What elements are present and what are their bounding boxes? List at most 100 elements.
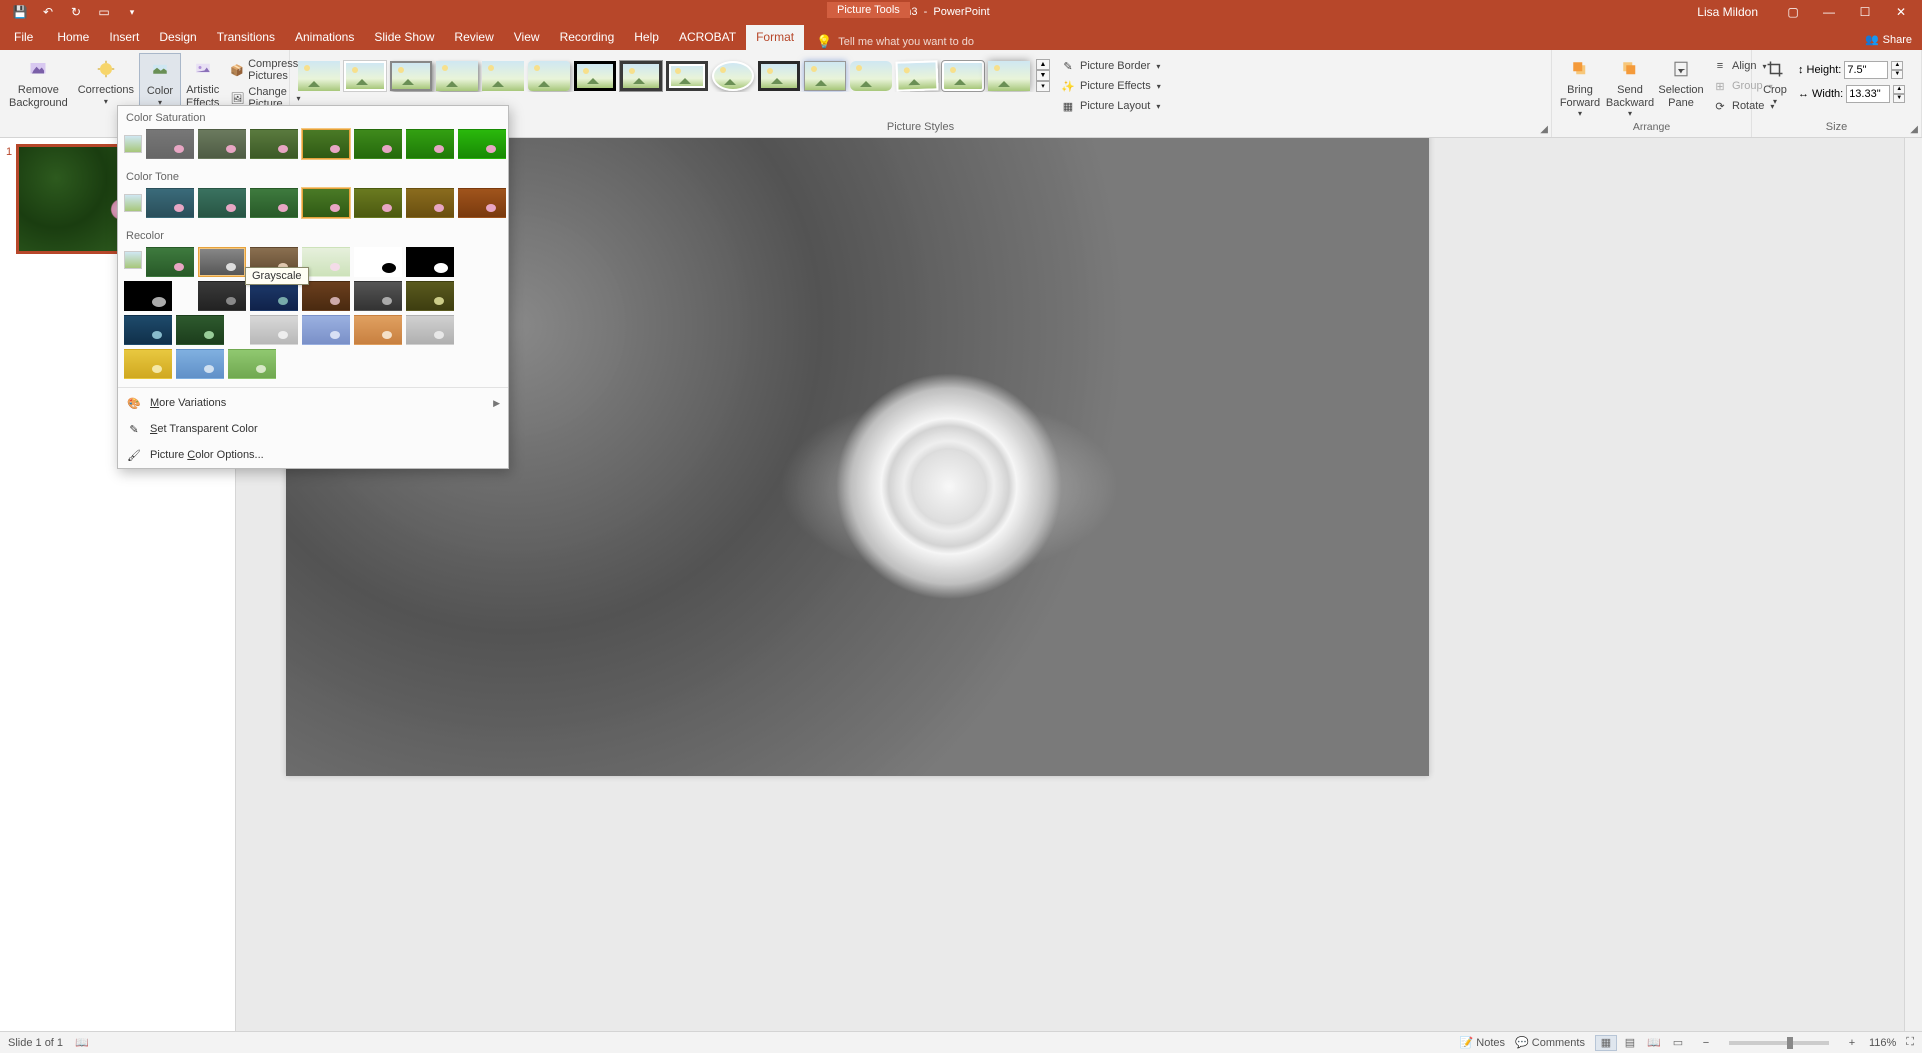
normal-view-icon[interactable]: ▦ [1595, 1035, 1617, 1051]
recolor-thumb[interactable] [406, 315, 454, 345]
send-backward-button[interactable]: Send Backward▾ [1604, 53, 1656, 118]
tone-thumb[interactable] [354, 188, 402, 218]
recolor-thumb[interactable] [198, 281, 246, 311]
notes-button[interactable]: 📝 Notes [1460, 1036, 1506, 1049]
recolor-thumb-bw-75[interactable] [124, 281, 172, 311]
picture-style-thumb[interactable] [758, 61, 800, 91]
comments-button[interactable]: 💬 Comments [1515, 1036, 1585, 1049]
gallery-down-icon[interactable]: ▼ [1036, 70, 1050, 81]
vertical-scrollbar[interactable] [1904, 138, 1922, 1031]
minimize-icon[interactable]: — [1818, 1, 1840, 23]
tab-home[interactable]: Home [47, 25, 99, 50]
picture-color-options-menu[interactable]: 🖌 Picture Color Options... [118, 442, 508, 468]
spell-check-icon[interactable]: 📖 [75, 1036, 89, 1049]
picture-style-thumb[interactable] [712, 61, 754, 91]
tab-file[interactable]: File [0, 25, 47, 50]
picture-style-thumb[interactable] [436, 61, 478, 91]
undo-icon[interactable]: ↶ [38, 2, 58, 22]
close-icon[interactable]: ✕ [1890, 1, 1912, 23]
picture-layout-button[interactable]: ▦Picture Layout▾ [1058, 97, 1163, 115]
zoom-slider[interactable] [1729, 1041, 1829, 1045]
tab-review[interactable]: Review [444, 25, 503, 50]
picture-style-thumb[interactable] [528, 61, 570, 91]
tone-thumb[interactable] [250, 188, 298, 218]
slide-show-view-icon[interactable]: ▭ [1667, 1035, 1689, 1051]
saturation-thumb[interactable] [302, 129, 350, 159]
recolor-thumb[interactable] [302, 315, 350, 345]
tone-thumb[interactable] [302, 188, 350, 218]
recolor-thumb[interactable] [354, 281, 402, 311]
qat-customize-icon[interactable]: ▾ [122, 2, 142, 22]
more-variations-menu[interactable]: 🎨 More Variations ▶ [118, 390, 508, 416]
width-input[interactable] [1846, 85, 1890, 103]
zoom-level[interactable]: 116% [1869, 1037, 1896, 1049]
saturation-thumb[interactable] [406, 129, 454, 159]
picture-style-thumb[interactable] [298, 61, 340, 91]
start-from-beginning-icon[interactable]: ▭ [94, 2, 114, 22]
height-up-icon[interactable]: ▲ [1891, 61, 1903, 70]
saturation-thumb[interactable] [198, 129, 246, 159]
remove-background-button[interactable]: Remove Background [4, 53, 73, 109]
recolor-thumb-grayscale[interactable] [198, 247, 246, 277]
maximize-icon[interactable]: ☐ [1854, 1, 1876, 23]
recolor-thumb[interactable] [406, 281, 454, 311]
dialog-launcher-icon[interactable]: ◢ [1910, 124, 1918, 135]
picture-style-thumb[interactable] [344, 61, 386, 91]
picture-style-thumb[interactable] [804, 61, 846, 91]
recolor-thumb[interactable] [176, 315, 224, 345]
color-button[interactable]: Color▾ [139, 53, 181, 108]
redo-icon[interactable]: ↻ [66, 2, 86, 22]
picture-style-thumb[interactable] [390, 61, 432, 91]
tell-me-search[interactable]: 💡Tell me what you want to do [816, 34, 974, 50]
gallery-up-icon[interactable]: ▲ [1036, 59, 1050, 70]
crop-button[interactable]: Crop▾ [1756, 53, 1794, 106]
bring-forward-button[interactable]: Bring Forward▾ [1556, 53, 1604, 118]
corrections-button[interactable]: Corrections▾ [73, 53, 139, 106]
fit-to-window-icon[interactable]: ⛶ [1906, 1036, 1914, 1049]
picture-style-thumb[interactable] [620, 61, 662, 91]
recolor-thumb-bw-25[interactable] [354, 247, 402, 277]
tab-help[interactable]: Help [624, 25, 669, 50]
tab-format[interactable]: Format [746, 25, 804, 50]
tab-slide-show[interactable]: Slide Show [364, 25, 444, 50]
recolor-thumb[interactable] [354, 315, 402, 345]
zoom-handle[interactable] [1787, 1037, 1793, 1049]
share-button[interactable]: 👥Share [1865, 33, 1912, 46]
saturation-thumb[interactable] [354, 129, 402, 159]
width-down-icon[interactable]: ▼ [1893, 94, 1905, 103]
saturation-thumb[interactable] [458, 129, 506, 159]
save-icon[interactable]: 💾 [10, 2, 30, 22]
tone-thumb[interactable] [146, 188, 194, 218]
slide-sorter-view-icon[interactable]: ▤ [1619, 1035, 1641, 1051]
tone-thumb[interactable] [198, 188, 246, 218]
height-down-icon[interactable]: ▼ [1891, 70, 1903, 79]
dialog-launcher-icon[interactable]: ◢ [1540, 124, 1548, 135]
zoom-in-button[interactable]: + [1845, 1037, 1859, 1049]
saturation-thumb[interactable] [250, 129, 298, 159]
tab-animations[interactable]: Animations [285, 25, 364, 50]
tab-recording[interactable]: Recording [550, 25, 625, 50]
tab-design[interactable]: Design [149, 25, 206, 50]
picture-style-thumb[interactable] [482, 61, 524, 91]
gallery-scroll[interactable]: ▲ ▼ ▾ [1036, 59, 1050, 92]
recolor-thumb[interactable] [176, 349, 224, 379]
recolor-thumb-washout[interactable] [302, 247, 350, 277]
picture-style-thumb[interactable] [850, 61, 892, 91]
height-input[interactable] [1844, 61, 1888, 79]
recolor-thumb[interactable] [250, 315, 298, 345]
tone-thumb[interactable] [406, 188, 454, 218]
picture-style-thumb[interactable] [666, 61, 708, 91]
recolor-thumb[interactable] [124, 315, 172, 345]
zoom-out-button[interactable]: − [1699, 1037, 1713, 1049]
recolor-thumb[interactable] [124, 349, 172, 379]
picture-border-button[interactable]: ✎Picture Border▾ [1058, 57, 1163, 75]
picture-style-thumb[interactable] [942, 61, 984, 91]
recolor-thumb-no-recolor[interactable] [146, 247, 194, 277]
selection-pane-button[interactable]: Selection Pane [1656, 53, 1706, 109]
gallery-more-icon[interactable]: ▾ [1036, 81, 1050, 92]
width-field[interactable]: ↔ Width: ▲▼ [1798, 85, 1905, 103]
recolor-thumb[interactable] [250, 281, 298, 311]
tab-acrobat[interactable]: ACROBAT [669, 25, 746, 50]
height-field[interactable]: ↕ Height: ▲▼ [1798, 61, 1905, 79]
tab-view[interactable]: View [504, 25, 550, 50]
